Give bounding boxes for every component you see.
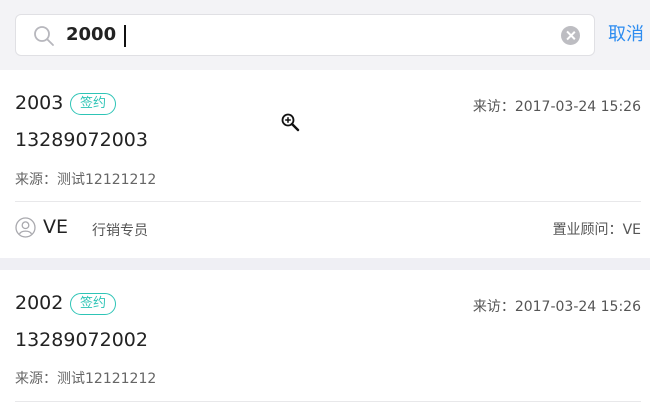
divider: [15, 201, 641, 202]
result-card[interactable]: 2002 签约 来访：2017-03-24 15:26 13289072002 …: [0, 270, 650, 404]
result-card[interactable]: 2003 签约 来访：2017-03-24 15:26 13289072003 …: [0, 70, 650, 258]
zoom-cursor-icon: [281, 113, 300, 132]
customer-name: 2002: [15, 292, 64, 314]
source-info: 来源：测试12121212: [15, 368, 156, 388]
agent-role: 行销专员: [92, 223, 148, 239]
visit-info: 来访：2017-03-24 15:26: [473, 296, 641, 316]
user-icon: [15, 217, 36, 238]
cancel-button[interactable]: 取消: [608, 22, 644, 48]
source-value: 测试12121212: [57, 172, 157, 188]
status-badge: 签约: [70, 93, 117, 115]
visit-label: 来访：: [472, 99, 515, 115]
advisor-value: VE: [622, 222, 641, 238]
advisor-label: 置业顾问：: [552, 222, 623, 238]
advisor-info: 置业顾问：VE: [553, 219, 641, 239]
visit-label: 来访：: [472, 299, 515, 315]
visit-time: 2017-03-24 15:26: [514, 299, 641, 315]
status-badge: 签约: [70, 293, 117, 315]
visit-time: 2017-03-24 15:26: [514, 99, 641, 115]
source-label: 来源：: [15, 172, 57, 188]
clear-icon[interactable]: [561, 26, 580, 45]
search-icon: [34, 26, 54, 46]
visit-info: 来访：2017-03-24 15:26: [473, 96, 641, 116]
agent-name: VE: [43, 216, 69, 238]
divider: [15, 401, 641, 402]
source-label: 来源：: [15, 371, 57, 387]
phone-number: 13289072002: [15, 329, 148, 351]
search-input[interactable]: 2000: [66, 15, 546, 55]
phone-number: 13289072003: [15, 129, 148, 151]
customer-name: 2003: [15, 92, 64, 114]
source-info: 来源：测试12121212: [15, 169, 156, 189]
search-box[interactable]: 2000: [15, 14, 595, 56]
source-value: 测试12121212: [57, 371, 157, 387]
search-bar: 2000 取消: [0, 0, 650, 71]
text-caret: [124, 25, 126, 47]
